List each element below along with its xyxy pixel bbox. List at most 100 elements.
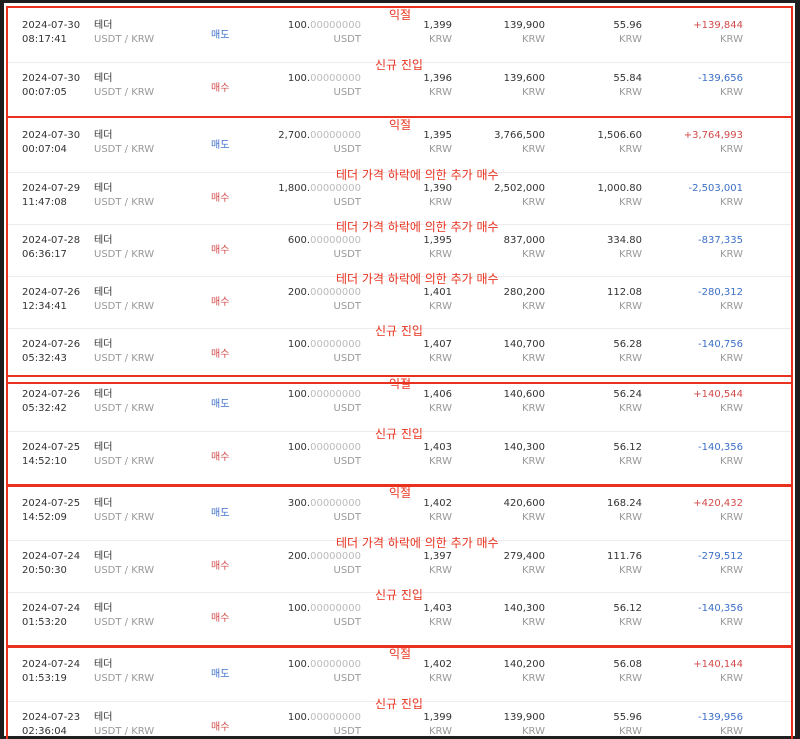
trade-date: 2024-07-26: [22, 287, 81, 298]
trade-price: 1,390: [423, 183, 452, 194]
trade-row[interactable]: 2024-07-24 01:53:20 테더 USDT / KRW 매수 100.0000…: [8, 588, 791, 644]
trade-row[interactable]: 2024-07-23 02:36:04 테더 USDT / KRW 매수 100.0000…: [8, 697, 791, 739]
trade-quantity: 2,700.00000000: [278, 129, 361, 143]
annotation-note: 익절: [389, 8, 412, 22]
trade-fee: 55.96: [613, 712, 642, 723]
fee-unit: KRW: [619, 34, 642, 45]
trade-amount: 279,400: [503, 551, 545, 562]
trade-side: 매수: [211, 297, 230, 308]
trade-row[interactable]: 2024-07-30 00:07:04 테더 USDT / KRW 매도 2,700.00…: [8, 118, 791, 172]
amount-unit: KRW: [522, 456, 545, 467]
trade-side: 매수: [211, 452, 230, 463]
quantity-integer: 200.: [287, 551, 311, 562]
annotation-note: 신규 진입: [375, 697, 423, 711]
trade-fee: 1,506.60: [597, 130, 642, 141]
trade-quantity: 100.00000000: [288, 388, 361, 402]
quantity-decimal: 00000000: [310, 73, 361, 84]
trade-price: 1,395: [423, 235, 452, 246]
trade-fee: 56.28: [613, 339, 642, 350]
quantity-unit: USDT: [333, 197, 361, 208]
trade-fee: 1,000.80: [597, 183, 642, 194]
trade-row[interactable]: 2024-07-28 06:36:17 테더 USDT / KRW 매수 600.0000…: [8, 220, 791, 276]
market-pair: USDT / KRW: [94, 34, 155, 45]
trade-date: 2024-07-30: [22, 73, 81, 84]
trade-history-panel: 2024-07-30 08:17:41 테더 USDT / KRW 매도 100.0000…: [4, 3, 795, 739]
price-unit: KRW: [429, 301, 452, 312]
trade-row[interactable]: 2024-07-24 01:53:19 테더 USDT / KRW 매도 100.0000…: [8, 647, 791, 701]
coin-name: 테더: [94, 287, 113, 298]
coin-name: 테더: [94, 498, 113, 509]
settlement-amount: -279,512: [698, 551, 743, 562]
quantity-integer: 100.: [287, 73, 311, 84]
trade-price: 1,402: [423, 498, 452, 509]
trade-time: 08:17:41: [22, 34, 67, 45]
trade-time: 05:32:42: [22, 403, 67, 414]
trade-side: 매수: [211, 193, 230, 204]
trade-date: 2024-07-26: [22, 339, 81, 350]
amount-unit: KRW: [522, 301, 545, 312]
trade-row[interactable]: 2024-07-24 20:50:30 테더 USDT / KRW 매수 200.0000…: [8, 536, 791, 592]
trade-row[interactable]: 2024-07-30 08:17:41 테더 USDT / KRW 매도 100.0000…: [8, 8, 791, 62]
quantity-integer: 100.: [287, 712, 311, 723]
trade-quantity: 100.00000000: [288, 19, 361, 33]
trade-row[interactable]: 2024-07-25 14:52:09 테더 USDT / KRW 매도 300.0000…: [8, 486, 791, 540]
fee-unit: KRW: [619, 456, 642, 467]
settlement-amount: +420,432: [693, 498, 743, 509]
trade-fee: 168.24: [607, 498, 642, 509]
settlement-amount: -139,656: [698, 73, 743, 84]
trade-amount: 140,300: [503, 442, 545, 453]
quantity-unit: USDT: [333, 144, 361, 155]
trade-row[interactable]: 2024-07-26 05:32:42 테더 USDT / KRW 매도 100.0000…: [8, 377, 791, 431]
trade-quantity: 100.00000000: [288, 441, 361, 455]
market-pair: USDT / KRW: [94, 565, 155, 576]
trade-amount: 280,200: [503, 287, 545, 298]
fee-unit: KRW: [619, 87, 642, 98]
quantity-unit: USDT: [333, 403, 361, 414]
trade-time: 01:53:19: [22, 673, 67, 684]
trade-date: 2024-07-25: [22, 498, 81, 509]
quantity-unit: USDT: [333, 456, 361, 467]
trade-price: 1,399: [423, 712, 452, 723]
coin-name: 테더: [94, 712, 113, 723]
fee-unit: KRW: [619, 565, 642, 576]
annotation-note: 신규 진입: [375, 324, 423, 338]
trade-row[interactable]: 2024-07-26 05:32:43 테더 USDT / KRW 매수 100.0000…: [8, 324, 791, 380]
settlement-unit: KRW: [720, 34, 743, 45]
amount-unit: KRW: [522, 353, 545, 364]
trade-fee: 334.80: [607, 235, 642, 246]
trade-quantity: 200.00000000: [288, 550, 361, 564]
quantity-integer: 2,700.: [278, 130, 311, 141]
trade-row[interactable]: 2024-07-26 12:34:41 테더 USDT / KRW 매수 200.0000…: [8, 272, 791, 328]
price-unit: KRW: [429, 197, 452, 208]
settlement-amount: -140,756: [698, 339, 743, 350]
quantity-unit: USDT: [333, 34, 361, 45]
trade-time: 14:52:10: [22, 456, 67, 467]
market-pair: USDT / KRW: [94, 512, 155, 523]
trade-row[interactable]: 2024-07-25 14:52:10 테더 USDT / KRW 매수 100.0000…: [8, 427, 791, 483]
trade-row[interactable]: 2024-07-29 11:47:08 테더 USDT / KRW 매수 1,800.00…: [8, 168, 791, 224]
annotation-note: 익절: [389, 118, 412, 132]
trade-time: 00:07:05: [22, 87, 67, 98]
coin-name: 테더: [94, 235, 113, 246]
price-unit: KRW: [429, 87, 452, 98]
trade-fee: 112.08: [607, 287, 642, 298]
fee-unit: KRW: [619, 144, 642, 155]
amount-unit: KRW: [522, 144, 545, 155]
trade-side: 매도: [211, 669, 230, 680]
trade-price: 1,395: [423, 130, 452, 141]
quantity-decimal: 00000000: [310, 389, 361, 400]
quantity-unit: USDT: [333, 673, 361, 684]
trade-group: 2024-07-24 01:53:19 테더 USDT / KRW 매도 100.0000…: [6, 645, 793, 739]
quantity-unit: USDT: [333, 565, 361, 576]
amount-unit: KRW: [522, 726, 545, 737]
trade-time: 20:50:30: [22, 565, 67, 576]
price-unit: KRW: [429, 403, 452, 414]
amount-unit: KRW: [522, 512, 545, 523]
amount-unit: KRW: [522, 249, 545, 260]
trade-fee: 56.08: [613, 659, 642, 670]
trade-row[interactable]: 2024-07-30 00:07:05 테더 USDT / KRW 매수 100.0000…: [8, 58, 791, 114]
fee-unit: KRW: [619, 726, 642, 737]
price-unit: KRW: [429, 673, 452, 684]
quantity-integer: 100.: [287, 603, 311, 614]
settlement-unit: KRW: [720, 197, 743, 208]
